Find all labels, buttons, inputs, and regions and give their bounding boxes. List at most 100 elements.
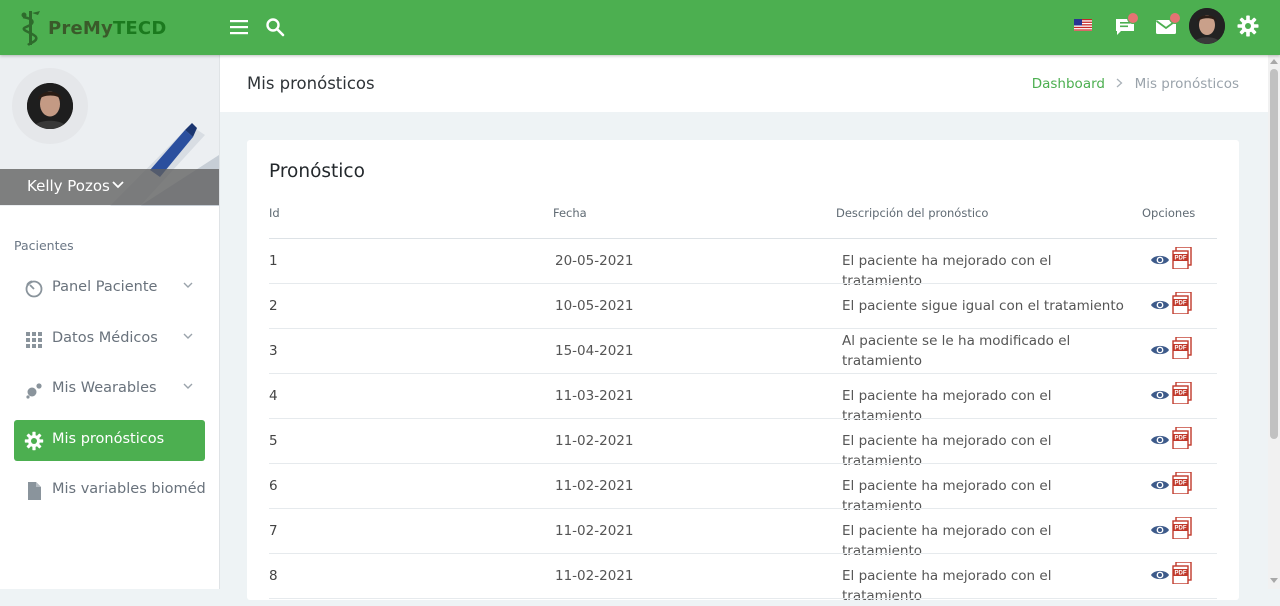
pdf-label: PDF [1175,256,1187,262]
pdf-label: PDF [1175,346,1187,352]
view-eye-icon[interactable] [1150,568,1170,582]
chevron-down-icon [183,383,193,389]
cell-id: 7 [269,523,278,539]
cell-id: 8 [269,568,278,584]
cell-id: 4 [269,388,278,404]
sidebar-item-label: Mis variables biomédic [52,481,205,497]
us-flag-icon[interactable] [1073,18,1093,32]
view-eye-icon[interactable] [1150,253,1170,267]
cell-date: 11-03-2021 [555,388,634,404]
cell-options: PDF [1150,517,1216,546]
sidebar-item-label: Mis pronósticos [52,431,165,447]
bubbles-icon [26,383,42,399]
column-header-description: Descripción del pronóstico [836,206,989,220]
top-navbar: PreMyTECD [0,0,1280,55]
cell-date: 15-04-2021 [555,343,634,359]
sidebar-section-title: Pacientes [14,238,74,253]
cell-options: PDF [1150,427,1216,456]
cell-date: 11-02-2021 [555,433,634,449]
view-eye-icon[interactable] [1150,298,1170,312]
grid-icon [26,332,42,348]
page-scrollbar[interactable] [1268,55,1280,589]
brand-logo[interactable]: PreMyTECD [16,9,166,47]
cell-description: El paciente sigue igual con el tratamien… [842,298,1124,314]
pdf-label: PDF [1175,481,1187,487]
column-header-options: Opciones [1142,206,1196,220]
chat-notification-badge [1127,12,1139,24]
cell-options: PDF [1150,247,1216,276]
search-icon[interactable] [263,15,287,39]
page-header: Mis pronósticos Dashboard Mis pronóstico… [220,55,1268,112]
sidebar-item-panel-paciente[interactable]: Panel Paciente [14,268,205,309]
pdf-file-icon[interactable]: PDF [1172,337,1192,359]
cell-id: 2 [269,298,278,314]
chevron-down-icon [112,181,124,189]
cell-options: PDF [1150,292,1216,321]
cell-options: PDF [1150,562,1216,591]
pdf-label: PDF [1175,526,1187,532]
view-eye-icon[interactable] [1150,388,1170,402]
pdf-file-icon[interactable]: PDF [1172,382,1192,404]
view-eye-icon[interactable] [1150,523,1170,537]
pdf-file-icon[interactable]: PDF [1172,292,1192,314]
cell-description: Al paciente se le ha modificado el trata… [842,333,1071,369]
pdf-file-icon[interactable]: PDF [1172,247,1192,269]
breadcrumb-current: Mis pronósticos [1134,76,1239,92]
chevron-down-icon [183,333,193,339]
pdf-file-icon[interactable]: PDF [1172,517,1192,539]
chevron-right-icon [1116,76,1127,92]
sidebar-item-mis-pronosticos[interactable]: Mis pronósticos [14,420,205,461]
view-eye-icon[interactable] [1150,433,1170,447]
cell-date: 11-02-2021 [555,568,634,584]
sidebar-item-mis-variables-biomedicas[interactable]: Mis variables biomédic [14,470,205,511]
pdf-label: PDF [1175,301,1187,307]
row-divider [269,598,1217,599]
cell-id: 3 [269,343,278,359]
cell-date: 11-02-2021 [555,523,634,539]
table-row: 1 20-05-2021 El paciente ha mejorado con e… [269,239,1217,289]
mail-notification-badge [1169,12,1181,24]
gear-icon [24,431,44,451]
table-row: 7 11-02-2021 El paciente ha mejorado con e… [269,509,1217,559]
chevron-down-icon [183,282,193,288]
chat-icon[interactable] [1113,12,1139,39]
settings-gear-icon[interactable] [1236,14,1260,38]
pdf-label: PDF [1175,391,1187,397]
sidebar-item-mis-wearables[interactable]: Mis Wearables [14,369,205,410]
view-eye-icon[interactable] [1150,343,1170,357]
caduceus-icon [21,11,40,46]
mail-icon[interactable] [1154,12,1181,39]
pdf-file-icon[interactable]: PDF [1172,472,1192,494]
profile-header: Kelly Pozos [0,55,219,206]
table-row: 3 15-04-2021 Al paciente se le ha modifica… [269,329,1217,374]
profile-avatar[interactable] [27,83,73,129]
pdf-label: PDF [1175,571,1187,577]
cell-id: 6 [269,478,278,494]
profile-name-bar[interactable]: Kelly Pozos [0,169,219,205]
table-row: 5 11-02-2021 El paciente ha mejorado con e… [269,419,1217,469]
pdf-label: PDF [1175,436,1187,442]
sidebar-item-datos-medicos[interactable]: Datos Médicos [14,319,205,360]
scrollbar-thumb[interactable] [1270,69,1278,439]
scroll-down-arrow-icon[interactable] [1270,578,1278,584]
user-avatar[interactable] [1189,8,1225,44]
breadcrumb-dashboard-link[interactable]: Dashboard [1032,76,1105,92]
page-title: Mis pronósticos [247,74,375,93]
brand-name: PreMyTECD [48,18,167,39]
cell-id: 5 [269,433,278,449]
view-eye-icon[interactable] [1150,478,1170,492]
cell-date: 20-05-2021 [555,253,634,269]
cell-options: PDF [1150,337,1216,366]
cell-description: El paciente ha mejorado con el tratamien… [842,568,1052,604]
file-icon [28,482,41,500]
table-row: 8 11-02-2021 El paciente ha mejorado con e… [269,554,1217,604]
column-header-date: Fecha [553,206,587,220]
pdf-file-icon[interactable]: PDF [1172,562,1192,584]
profile-username: Kelly Pozos [27,177,110,195]
pdf-file-icon[interactable]: PDF [1172,427,1192,449]
cell-date: 11-02-2021 [555,478,634,494]
menu-icon[interactable] [228,16,250,38]
scroll-up-arrow-icon[interactable] [1270,58,1278,64]
cell-options: PDF [1150,382,1216,411]
card-title: Pronóstico [269,161,365,182]
